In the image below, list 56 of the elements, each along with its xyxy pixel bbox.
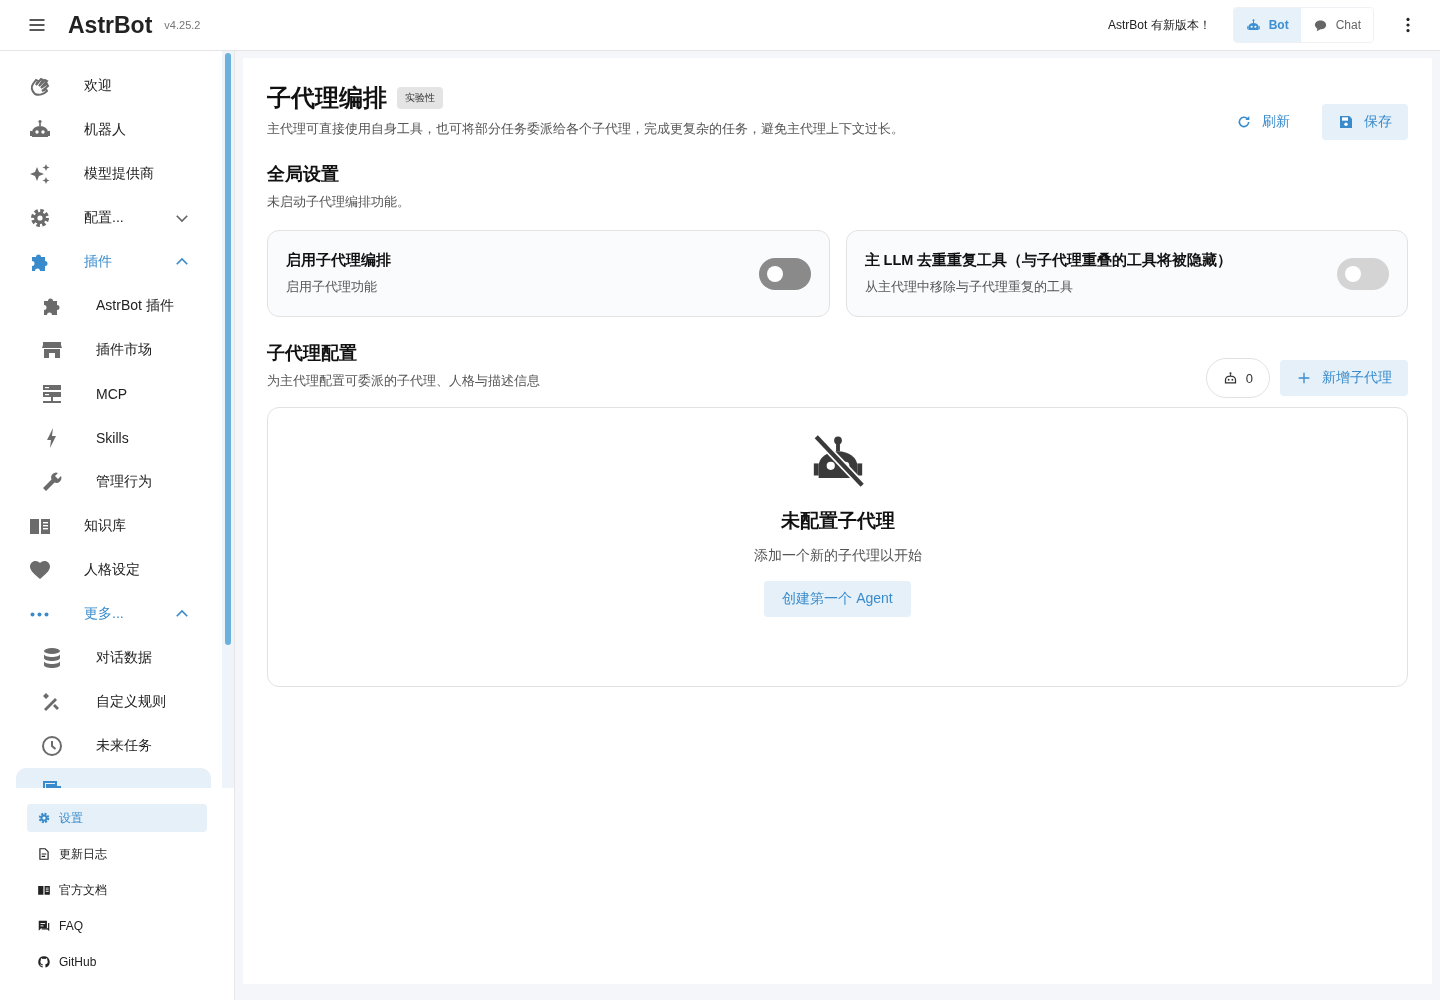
faq-icon bbox=[37, 919, 51, 933]
nav-item[interactable]: AstrBot 插件 bbox=[16, 284, 211, 328]
settings-icon bbox=[28, 206, 52, 230]
nav-item[interactable]: 配置... bbox=[16, 196, 211, 240]
page-title: 子代理编排 bbox=[267, 83, 387, 113]
server-icon bbox=[40, 382, 64, 406]
nav-item[interactable]: 管理行为 bbox=[16, 460, 211, 504]
plus-icon bbox=[1296, 370, 1312, 386]
section-note: 为主代理配置可委派的子代理、人格与描述信息 bbox=[267, 373, 540, 390]
heart-icon bbox=[28, 558, 52, 582]
nav-item[interactable]: 机器人 bbox=[16, 108, 211, 152]
more-icon bbox=[30, 611, 49, 617]
logo: AstrBot bbox=[68, 11, 153, 39]
nav-item[interactable]: 更多... bbox=[16, 592, 211, 636]
footer-link[interactable]: 更新日志 bbox=[27, 840, 207, 868]
scrollbar[interactable] bbox=[225, 53, 231, 645]
footer-link[interactable]: GitHub bbox=[27, 948, 207, 976]
github-icon bbox=[37, 955, 51, 969]
version-label: v4.25.2 bbox=[164, 19, 201, 31]
section-heading: 子代理配置 bbox=[267, 342, 358, 365]
nav-item[interactable]: 知识库 bbox=[16, 504, 211, 548]
empty-title: 未配置子代理 bbox=[780, 509, 895, 533]
nav-item[interactable]: MCP bbox=[16, 372, 211, 416]
footer-link[interactable]: 官方文档 bbox=[27, 876, 207, 904]
nav-item[interactable]: 人格设定 bbox=[16, 548, 211, 592]
nav-item[interactable]: 模型提供商 bbox=[16, 152, 211, 196]
refresh-button[interactable]: 刷新 bbox=[1220, 104, 1306, 140]
update-notice: AstrBot 有新版本！ bbox=[1107, 16, 1211, 34]
footer-link[interactable]: FAQ bbox=[27, 912, 207, 940]
document-icon bbox=[37, 847, 51, 861]
book-icon bbox=[37, 883, 51, 897]
kebab-menu-icon[interactable] bbox=[1406, 17, 1410, 33]
nav-item[interactable]: 自定义规则 bbox=[16, 680, 211, 724]
sparkles-icon bbox=[28, 162, 52, 186]
save-icon bbox=[1338, 114, 1354, 130]
robot-icon bbox=[1245, 17, 1261, 33]
page-description: 主代理可直接使用自身工具，也可将部分任务委派给各个子代理，完成更复杂的任务，避免主代理上下文过长。 bbox=[267, 120, 904, 138]
section-heading: 全局设置 bbox=[267, 163, 340, 186]
refresh-icon bbox=[1236, 114, 1252, 130]
experimental-badge: 实验性 bbox=[397, 87, 443, 109]
nav-item[interactable]: 对话数据 bbox=[16, 636, 211, 680]
nav-item[interactable]: 未来任务 bbox=[16, 724, 211, 768]
empty-text: 添加一个新的子代理以开始 bbox=[753, 547, 922, 565]
setting-title: 启用子代理编排 bbox=[286, 251, 391, 270]
nav-item[interactable]: 插件市场 bbox=[16, 328, 211, 372]
setting-title: 主 LLM 去重重复工具（与子代理重叠的工具将被隐藏） bbox=[864, 251, 1233, 270]
settings-icon bbox=[37, 811, 51, 825]
nav-item[interactable]: 欢迎 bbox=[16, 64, 211, 108]
robot-icon bbox=[1222, 370, 1238, 386]
toggle-switch[interactable] bbox=[758, 257, 811, 290]
setting-subtitle: 从主代理中移除与子代理重复的工具 bbox=[864, 279, 1074, 296]
setting-subtitle: 启用子代理功能 bbox=[286, 279, 378, 296]
clock-icon bbox=[40, 734, 64, 758]
nav-item[interactable]: 插件 bbox=[16, 240, 211, 284]
nav-item[interactable]: Skills bbox=[16, 416, 211, 460]
section-note: 未启动子代理编排功能。 bbox=[267, 194, 411, 211]
